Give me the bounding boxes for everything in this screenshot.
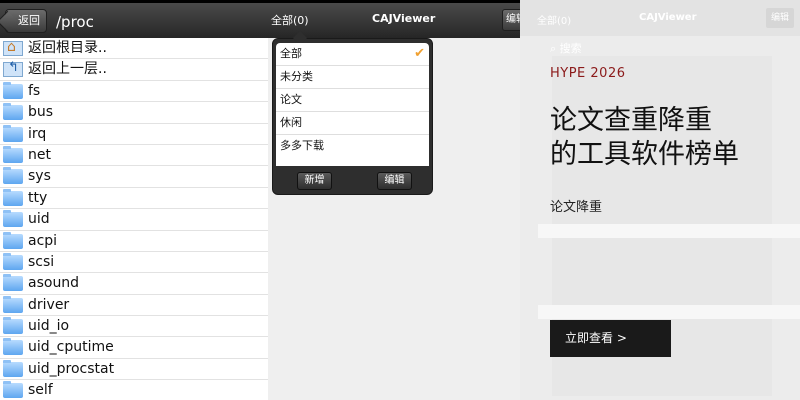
ghost-toolbar: 全部(0) CAJViewer 编辑	[520, 0, 800, 36]
category-label: 多多下载	[280, 139, 324, 152]
folder-icon	[3, 252, 23, 270]
category-label: 休闲	[280, 116, 302, 129]
file-list: 返回根目录.. 返回上一层.. fs bus irq net	[0, 38, 268, 400]
item-name: uid_procstat	[28, 360, 115, 377]
folder-icon	[3, 295, 23, 313]
folder-icon	[3, 338, 23, 356]
list-item[interactable]: self	[0, 380, 268, 400]
search-icon: ⌕	[550, 42, 557, 55]
list-item[interactable]: uid	[0, 209, 268, 231]
ghost-edit-button: 编辑	[766, 8, 794, 28]
folder-icon	[3, 210, 23, 228]
cajviewer-panel: 全部(0) CAJViewer 编辑 全部 ✔ 未分类 论文 休闲	[268, 0, 520, 400]
add-category-button[interactable]: 新增	[297, 172, 332, 190]
cajviewer-toolbar: 全部(0) CAJViewer 编辑	[268, 0, 520, 38]
screen: 返回 /proc 返回根目录.. 返回上一层.. fs bus irq	[0, 0, 800, 400]
ad-headline-line: 论文查重降重	[550, 105, 712, 136]
ghost-search: ⌕ 搜索	[550, 40, 582, 56]
category-item-downloads[interactable]: 多多下载	[276, 135, 429, 158]
folder-icon	[3, 145, 23, 163]
folder-icon	[3, 381, 23, 399]
folder-icon	[3, 231, 23, 249]
category-item-uncategorized[interactable]: 未分类	[276, 66, 429, 89]
list-item[interactable]: uid_cputime	[0, 337, 268, 359]
list-item[interactable]: acpi	[0, 231, 268, 252]
folder-icon	[3, 103, 23, 121]
category-label: 未分类	[280, 70, 313, 83]
item-name: acpi	[28, 232, 58, 249]
ad-headline: 论文查重降重 的工具软件榜单	[550, 104, 739, 172]
ad-subtitle: 论文降重	[550, 200, 603, 215]
list-item-root[interactable]: 返回根目录..	[0, 38, 268, 60]
item-name: 返回上一层..	[28, 61, 107, 78]
ghost-all-label: 全部(0)	[537, 16, 572, 27]
home-icon	[3, 39, 23, 56]
item-name: sys	[28, 168, 51, 185]
category-item-papers[interactable]: 论文	[276, 89, 429, 112]
ad-overlay-panel: 全部(0) CAJViewer 编辑 ⌕ 搜索 HYPE 2026 论文查重降重…	[520, 0, 800, 400]
category-label: 全部	[280, 47, 302, 60]
item-name: fs	[28, 82, 41, 99]
category-list: 全部 ✔ 未分类 论文 休闲 多多下载	[276, 43, 429, 166]
edit-category-button[interactable]: 编辑	[377, 172, 412, 190]
ghost-title: CAJViewer	[639, 12, 697, 23]
list-item-parent[interactable]: 返回上一层..	[0, 59, 268, 81]
item-name: tty	[28, 189, 48, 206]
list-item[interactable]: irq	[0, 124, 268, 145]
item-name: uid_io	[28, 318, 70, 335]
item-name: net	[28, 146, 51, 163]
list-item[interactable]: asound	[0, 273, 268, 295]
ghost-band	[538, 224, 800, 238]
folder-icon	[3, 359, 23, 377]
folder-icon	[3, 81, 23, 99]
up-folder-icon	[3, 60, 23, 78]
category-popup: 全部 ✔ 未分类 论文 休闲 多多下载 新增 编辑	[272, 38, 433, 195]
current-path: /proc	[56, 13, 94, 31]
list-item[interactable]: net	[0, 145, 268, 167]
ghost-search-label: 搜索	[559, 42, 582, 55]
item-name: bus	[28, 104, 54, 121]
file-browser-toolbar: 返回 /proc	[0, 0, 268, 38]
list-item[interactable]: uid_procstat	[0, 359, 268, 381]
item-name: scsi	[28, 253, 55, 270]
ad-view-now-button[interactable]: 立即查看 >	[550, 320, 671, 357]
app-title: CAJViewer	[372, 12, 436, 25]
back-button[interactable]: 返回	[5, 9, 47, 33]
category-item-leisure[interactable]: 休闲	[276, 112, 429, 135]
folder-icon	[3, 317, 23, 335]
item-name: driver	[28, 296, 70, 313]
ad-tag: HYPE 2026	[550, 66, 626, 81]
folder-icon	[3, 188, 23, 206]
category-label: 论文	[280, 93, 302, 106]
folder-icon	[3, 274, 23, 292]
list-item[interactable]: tty	[0, 188, 268, 210]
folder-icon	[3, 124, 23, 142]
item-name: self	[28, 382, 53, 399]
list-item[interactable]: bus	[0, 102, 268, 124]
all-category-button[interactable]: 全部(0)	[271, 12, 309, 28]
list-item[interactable]: driver	[0, 295, 268, 317]
item-name: 返回根目录..	[28, 40, 107, 56]
item-name: uid	[28, 211, 50, 228]
ad-headline-line: 的工具软件榜单	[550, 139, 739, 170]
item-name: irq	[28, 125, 47, 142]
list-item[interactable]: sys	[0, 166, 268, 188]
list-item[interactable]: fs	[0, 81, 268, 103]
ghost-band	[538, 305, 800, 319]
toolbar-edit-button[interactable]: 编辑	[502, 9, 520, 31]
item-name: asound	[28, 275, 80, 292]
category-item-all[interactable]: 全部 ✔	[276, 43, 429, 66]
item-name: uid_cputime	[28, 339, 114, 356]
list-item[interactable]: scsi	[0, 252, 268, 274]
file-browser-panel: 返回 /proc 返回根目录.. 返回上一层.. fs bus irq	[0, 0, 268, 400]
folder-icon	[3, 167, 23, 185]
list-item[interactable]: uid_io	[0, 316, 268, 338]
check-icon: ✔	[414, 46, 425, 61]
